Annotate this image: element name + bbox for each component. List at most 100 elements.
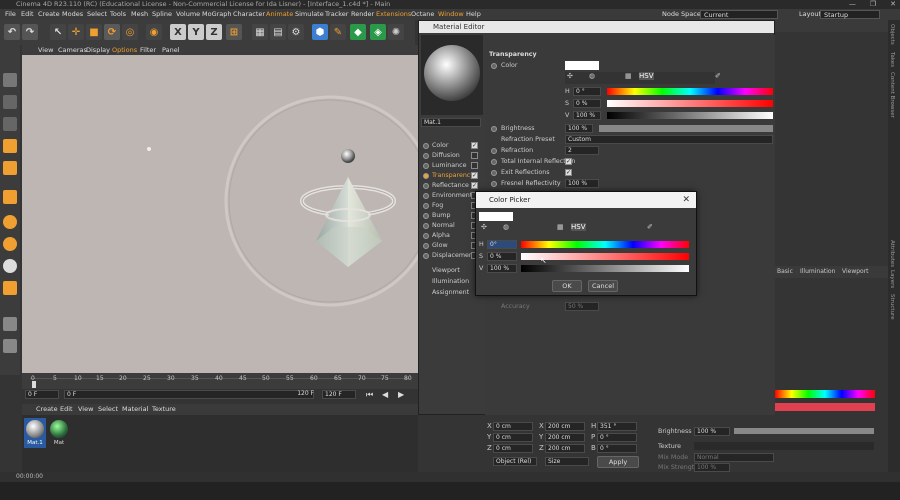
material-thumb[interactable]: Mat.1: [24, 418, 46, 448]
channel-item-active[interactable]: Transparency ✓: [421, 171, 483, 181]
close-icon[interactable]: ✕: [682, 192, 690, 208]
hsv-h-field[interactable]: 0 °: [573, 87, 601, 96]
render-picture-viewer-icon[interactable]: ▤: [270, 24, 286, 40]
fresnel-radio[interactable]: [491, 181, 497, 187]
tab-viewport[interactable]: Viewport: [842, 266, 869, 278]
color-picker-titlebar[interactable]: Color Picker ✕: [476, 192, 696, 208]
spectrum-icon[interactable]: ◍: [503, 223, 509, 231]
minimize-icon[interactable]: —: [849, 0, 856, 9]
refraction-preset-dropdown[interactable]: Custom: [565, 135, 773, 144]
material-name-field[interactable]: Mat.1: [421, 118, 481, 127]
saturation-slider[interactable]: [607, 100, 773, 107]
size-x-field[interactable]: 200 cm: [545, 422, 585, 431]
channel-item[interactable]: Displacement: [421, 251, 483, 261]
menu-extensions[interactable]: Extensions: [376, 9, 411, 20]
tab-takes[interactable]: Takes: [889, 52, 895, 67]
render-settings-icon[interactable]: ⚙: [288, 24, 304, 40]
channel-item[interactable]: Diffusion: [421, 151, 483, 161]
rgb-icon[interactable]: ▦: [625, 72, 632, 80]
channel-checkbox[interactable]: ✓: [471, 182, 478, 189]
cube-icon[interactable]: ⬢: [312, 24, 328, 40]
channel-item[interactable]: Alpha: [421, 231, 483, 241]
3d-viewport[interactable]: [22, 55, 418, 373]
refraction-radio[interactable]: [491, 148, 497, 154]
snap-icon[interactable]: [3, 215, 17, 229]
wheel-icon[interactable]: ✣: [481, 223, 487, 231]
picker-v-field[interactable]: 100 %: [487, 264, 517, 273]
y-axis-icon[interactable]: Y: [188, 24, 204, 40]
maximize-icon[interactable]: ❐: [870, 0, 876, 9]
end-frame-field[interactable]: 120 F: [322, 390, 356, 399]
start-frame-field[interactable]: 0 F: [25, 390, 59, 399]
redo-icon[interactable]: ↷: [22, 24, 38, 40]
channel-checkbox[interactable]: ✓: [471, 172, 478, 179]
points-mode-icon[interactable]: [3, 117, 17, 131]
recent-tool2-icon[interactable]: ◉: [146, 24, 162, 40]
picker-hue-slider[interactable]: [521, 241, 689, 248]
go-to-start-icon[interactable]: ⏮: [366, 390, 373, 400]
attr-texture-field[interactable]: [694, 442, 874, 450]
recent-tool-icon[interactable]: ◎: [122, 24, 138, 40]
channel-checkbox[interactable]: ✓: [471, 142, 478, 149]
mat-menu-view[interactable]: View: [78, 404, 93, 415]
menu-simulate[interactable]: Simulate: [295, 9, 324, 20]
polygons-mode-icon[interactable]: [3, 161, 17, 175]
hsv-s-field[interactable]: 0 %: [573, 99, 601, 108]
move-tool-icon[interactable]: ✛: [68, 24, 84, 40]
channel-item[interactable]: Luminance: [421, 161, 483, 171]
wheel-icon[interactable]: ✣: [567, 72, 573, 80]
tir-checkbox[interactable]: ✓: [565, 158, 572, 165]
attr-hue-slider[interactable]: [775, 390, 875, 398]
rot-b-field[interactable]: 0 °: [597, 444, 637, 453]
scale-tool-icon[interactable]: ■: [86, 24, 102, 40]
picker-h-field[interactable]: 0°: [487, 240, 517, 249]
solo-icon[interactable]: [3, 339, 17, 353]
illumination-item[interactable]: Illumination: [432, 278, 469, 285]
exit-reflections-radio[interactable]: [491, 170, 497, 176]
picker-s-field[interactable]: 0 %: [487, 252, 517, 261]
x-axis-icon[interactable]: X: [170, 24, 186, 40]
mat-menu-select[interactable]: Select: [98, 404, 118, 415]
mat-menu-edit[interactable]: Edit: [60, 404, 73, 415]
current-frame-field[interactable]: 0 F: [64, 390, 314, 399]
channel-item[interactable]: Color ✓: [421, 141, 483, 151]
menu-mesh[interactable]: Mesh: [131, 9, 148, 20]
fresnel-field[interactable]: 100 %: [565, 179, 599, 188]
pos-z-field[interactable]: 0 cm: [493, 444, 533, 453]
undo-icon[interactable]: ↶: [4, 24, 20, 40]
attr-mixmode-dropdown[interactable]: Normal: [694, 453, 774, 462]
channel-item[interactable]: Fog: [421, 201, 483, 211]
workplane-icon[interactable]: [3, 259, 17, 273]
cancel-button[interactable]: Cancel: [588, 280, 618, 292]
viewport-menu-display[interactable]: Display: [86, 45, 110, 55]
snap-settings-icon[interactable]: [3, 237, 17, 251]
cloner-icon[interactable]: ◈: [370, 24, 386, 40]
viewport-menu-filter[interactable]: Filter: [140, 45, 156, 55]
select-tool-icon[interactable]: ↖: [50, 24, 66, 40]
attr-mixstrength-field[interactable]: 100 %: [694, 463, 730, 472]
material-editor-titlebar[interactable]: Material Editor: [419, 21, 774, 33]
picker-color-swatch[interactable]: [479, 212, 513, 221]
material-preview[interactable]: [421, 35, 483, 115]
tab-content-browser[interactable]: Content Browser: [889, 72, 895, 118]
menu-character[interactable]: Character: [233, 9, 265, 20]
size-z-field[interactable]: 200 cm: [545, 444, 585, 453]
menu-edit[interactable]: Edit: [21, 9, 34, 20]
mat-menu-texture[interactable]: Texture: [152, 404, 176, 415]
menu-octane[interactable]: Octane: [411, 9, 434, 20]
make-editable-icon[interactable]: [3, 73, 17, 87]
tab-structure[interactable]: Structure: [889, 294, 895, 320]
attr-brightness-field[interactable]: 100 %: [694, 427, 730, 436]
brightness-radio[interactable]: [491, 126, 497, 132]
ok-button[interactable]: OK: [552, 280, 582, 292]
color-swatch[interactable]: [565, 61, 599, 70]
tir-radio[interactable]: [491, 159, 497, 165]
subdivision-icon[interactable]: ◆: [350, 24, 366, 40]
layout-dropdown[interactable]: Startup: [820, 10, 880, 19]
hsv-icon[interactable]: HSV: [571, 223, 586, 231]
channel-item[interactable]: Normal: [421, 221, 483, 231]
menu-volume[interactable]: Volume: [176, 9, 200, 20]
tab-layers[interactable]: Layers: [889, 270, 895, 288]
menu-window[interactable]: Window: [438, 9, 464, 20]
tab-basic[interactable]: Basic: [777, 266, 793, 278]
